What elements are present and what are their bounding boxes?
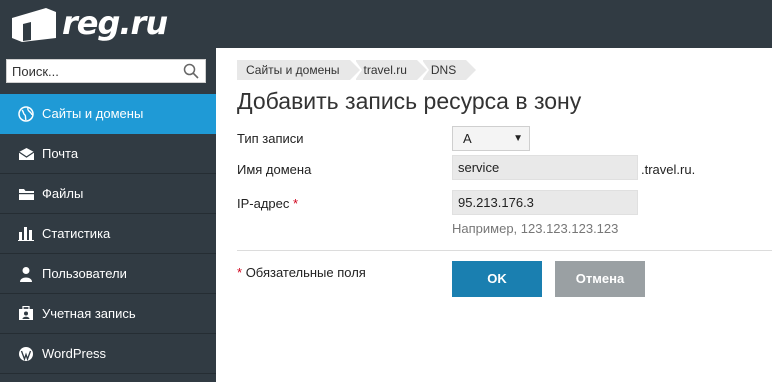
search-icon[interactable] bbox=[183, 63, 199, 79]
divider bbox=[237, 250, 772, 251]
cancel-button[interactable]: Отмена bbox=[555, 261, 645, 297]
mail-icon bbox=[17, 145, 35, 163]
domain-name-input[interactable] bbox=[452, 155, 638, 180]
sidebar-item-users[interactable]: Пользователи bbox=[0, 254, 216, 294]
record-type-label: Тип записи bbox=[237, 131, 304, 146]
record-type-select[interactable]: A ▼ bbox=[452, 126, 530, 151]
top-bar: reg.ru bbox=[0, 0, 772, 48]
ok-button[interactable]: OK bbox=[452, 261, 542, 297]
ip-address-input[interactable] bbox=[452, 190, 638, 215]
domain-label: Имя домена bbox=[237, 162, 312, 177]
record-type-value: A bbox=[463, 131, 472, 146]
main-content: Сайты и домены travel.ru DNS Добавить за… bbox=[237, 48, 772, 382]
breadcrumb-sites-domains[interactable]: Сайты и домены bbox=[237, 60, 360, 80]
folder-icon bbox=[17, 185, 35, 203]
account-icon bbox=[17, 305, 35, 323]
user-icon bbox=[17, 265, 35, 283]
page-title: Добавить запись ресурса в зону bbox=[237, 88, 582, 114]
sidebar-item-label: Статистика bbox=[42, 226, 111, 241]
required-note-mark: * bbox=[237, 265, 243, 280]
sidebar-item-label: Сайты и домены bbox=[42, 106, 144, 121]
search-box bbox=[6, 59, 206, 83]
required-note-text: Обязательные поля bbox=[245, 265, 366, 280]
bar-chart-icon bbox=[17, 225, 35, 243]
required-mark: * bbox=[293, 196, 299, 211]
sidebar-item-label: Учетная запись bbox=[42, 306, 136, 321]
dropdown-arrow-icon: ▼ bbox=[513, 133, 523, 144]
domain-suffix: .travel.ru. bbox=[641, 162, 696, 177]
ip-label: IP-адрес * bbox=[237, 196, 298, 211]
sidebar-item-label: Файлы bbox=[42, 186, 84, 201]
sidebar-item-files[interactable]: Файлы bbox=[0, 174, 216, 214]
breadcrumb-dns[interactable]: DNS bbox=[421, 60, 477, 80]
logo[interactable]: reg.ru bbox=[6, 4, 168, 44]
breadcrumb-domain[interactable]: travel.ru bbox=[354, 60, 428, 80]
sidebar-item-wordpress[interactable]: WordPress bbox=[0, 334, 216, 374]
sidebar-item-sites-domains[interactable]: Сайты и домены bbox=[0, 94, 216, 134]
sidebar-item-mail[interactable]: Почта bbox=[0, 134, 216, 174]
sidebar-nav: Сайты и домены Почта Файлы Статистика По… bbox=[0, 94, 216, 374]
logo-text: reg.ru bbox=[62, 4, 168, 42]
sidebar-item-label: Пользователи bbox=[42, 266, 127, 281]
sidebar-item-label: Почта bbox=[42, 146, 79, 161]
sidebar-item-statistics[interactable]: Статистика bbox=[0, 214, 216, 254]
ip-label-text: IP-адрес bbox=[237, 196, 290, 211]
search-input[interactable] bbox=[7, 60, 177, 82]
sidebar-item-label: WordPress bbox=[42, 346, 107, 361]
sidebar-item-account[interactable]: Учетная запись bbox=[0, 294, 216, 334]
reg-logo-icon bbox=[12, 8, 56, 42]
wordpress-icon bbox=[17, 345, 35, 363]
ip-hint: Например, 123.123.123.123 bbox=[452, 221, 619, 236]
sidebar: Сайты и домены Почта Файлы Статистика По… bbox=[0, 48, 216, 382]
breadcrumb: Сайты и домены travel.ru DNS bbox=[237, 60, 477, 80]
required-note: * Обязательные поля bbox=[237, 265, 366, 280]
globe-icon bbox=[17, 105, 35, 123]
